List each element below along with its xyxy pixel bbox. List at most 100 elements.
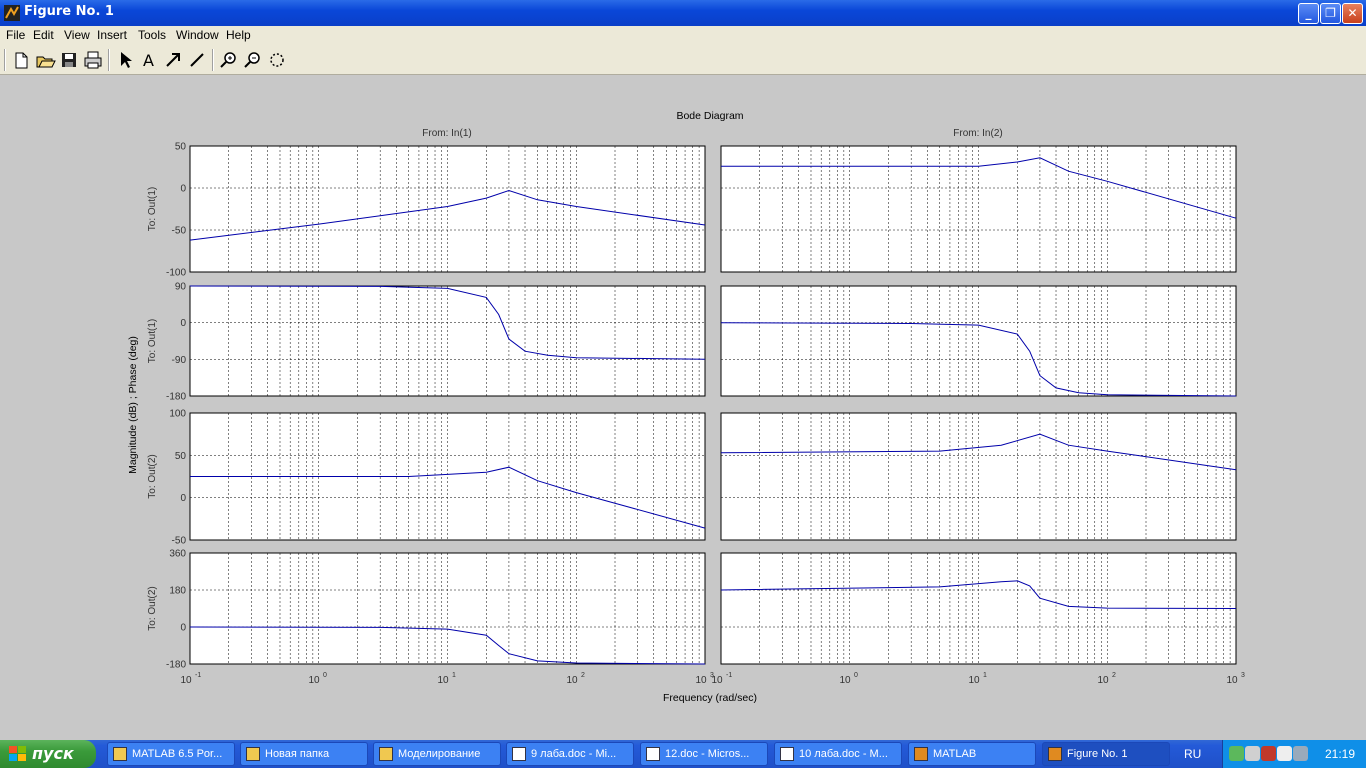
menu-tools[interactable]: Tools — [138, 28, 166, 42]
menu-insert[interactable]: Insert — [97, 28, 127, 42]
save-icon[interactable] — [58, 49, 80, 71]
taskbar-button-label: 10 лаба.doc - M... — [799, 748, 888, 760]
menu-bar: File Edit View Insert Tools Window Help — [0, 26, 1366, 45]
restore-button[interactable]: ❐ — [1320, 3, 1341, 24]
taskbar-button[interactable]: Моделирование — [373, 742, 501, 766]
taskbar-button-label: 9 лаба.doc - Mi... — [531, 748, 617, 760]
bode-panel — [189, 552, 706, 665]
x-tick-label: 10 — [695, 675, 707, 686]
network-icon[interactable] — [1229, 746, 1244, 761]
x-tick-exponent: 1 — [452, 672, 456, 679]
menu-help[interactable]: Help — [226, 28, 251, 42]
toolbar-separator — [212, 49, 214, 71]
open-file-icon[interactable] — [34, 49, 56, 71]
bode-panel — [720, 145, 1237, 273]
bode-panel — [189, 145, 706, 273]
zoom-out-icon[interactable] — [242, 49, 264, 71]
menu-window[interactable]: Window — [176, 28, 219, 42]
menu-file[interactable]: File — [6, 28, 25, 42]
y-tick-label: 0 — [180, 184, 186, 195]
bode-panel — [189, 412, 706, 541]
matlab-figure-icon — [4, 5, 20, 21]
taskbar-button-label: Figure No. 1 — [1067, 748, 1128, 760]
y-tick-label: 0 — [180, 318, 186, 329]
taskbar-button-label: MATLAB — [933, 748, 977, 760]
row-label: To: Out(2) — [147, 586, 158, 630]
minimize-button[interactable]: _ — [1298, 3, 1319, 24]
matlab-icon — [1048, 747, 1062, 761]
folder-icon — [113, 747, 127, 761]
row-label: To: Out(1) — [147, 187, 158, 231]
select-arrow-icon[interactable] — [114, 49, 136, 71]
x-tick-label: 10 — [180, 675, 192, 686]
x-tick-exponent: 0 — [323, 672, 327, 679]
x-tick-label: 10 — [1097, 675, 1109, 686]
x-tick-label: 10 — [308, 675, 320, 686]
menu-edit[interactable]: Edit — [33, 28, 54, 42]
figure-area: Bode Diagram From: In(1) From: In(2) Freque… — [0, 75, 1366, 740]
x-tick-label: 10 — [1226, 675, 1238, 686]
taskbar-button[interactable]: MATLAB 6.5 Por... — [107, 742, 235, 766]
start-button[interactable]: пуск — [0, 740, 96, 768]
matlab-icon — [914, 747, 928, 761]
y-tick-label: 50 — [175, 451, 187, 462]
antivirus-icon[interactable] — [1261, 746, 1276, 761]
taskbar-button[interactable]: Новая папка — [240, 742, 368, 766]
system-tray: 21:19 — [1222, 740, 1366, 768]
x-tick-label: 10 — [968, 675, 980, 686]
figure-toolbar: A — [0, 45, 1366, 75]
plot-area — [189, 145, 706, 273]
y-tick-label: -180 — [166, 392, 186, 403]
vmware-icon[interactable] — [1293, 746, 1308, 761]
clock: 21:19 — [1325, 747, 1356, 761]
plot-area — [720, 145, 1237, 273]
bode-panel — [720, 285, 1237, 397]
volume-icon[interactable] — [1277, 746, 1292, 761]
y-tick-label: -90 — [172, 355, 187, 366]
row-label: To: Out(1) — [147, 319, 158, 363]
toolbar-separator — [108, 49, 110, 71]
y-tick-label: 180 — [169, 586, 186, 597]
insert-text-icon[interactable]: A — [138, 49, 160, 71]
plot-area — [720, 412, 1237, 541]
close-button[interactable]: ✕ — [1342, 3, 1363, 24]
y-tick-label: 360 — [169, 549, 186, 560]
y-axis-label: Magnitude (dB) ; Phase (deg) — [127, 336, 139, 474]
x-tick-label: 10 — [839, 675, 851, 686]
rotate-3d-icon[interactable] — [266, 49, 288, 71]
y-tick-label: -50 — [172, 536, 187, 547]
safely-remove-icon[interactable] — [1245, 746, 1260, 761]
word-icon — [646, 747, 660, 761]
x-tick-exponent: 1 — [983, 672, 987, 679]
x-axis-label: Frequency (rad/sec) — [663, 692, 757, 704]
x-tick-exponent: 2 — [581, 672, 585, 679]
x-tick-exponent: -1 — [195, 672, 201, 679]
start-label: пуск — [32, 744, 74, 763]
taskbar-button-label: 12.doc - Micros... — [665, 748, 750, 760]
windows-logo-icon — [9, 746, 26, 761]
zoom-in-icon[interactable] — [218, 49, 240, 71]
title-bar: Figure No. 1 _ ❐ ✕ — [0, 0, 1366, 26]
insert-line-icon[interactable] — [186, 49, 208, 71]
x-tick-label: 10 — [711, 675, 723, 686]
language-indicator[interactable]: RU — [1184, 747, 1201, 761]
taskbar-button[interactable]: 12.doc - Micros... — [640, 742, 768, 766]
new-figure-icon[interactable] — [10, 49, 32, 71]
x-tick-exponent: 2 — [1112, 672, 1116, 679]
taskbar-button[interactable]: 10 лаба.doc - M... — [774, 742, 902, 766]
taskbar-button[interactable]: MATLAB — [908, 742, 1036, 766]
print-icon[interactable] — [82, 49, 104, 71]
menu-view[interactable]: View — [64, 28, 90, 42]
y-tick-label: 90 — [175, 282, 187, 293]
insert-arrow-icon[interactable] — [162, 49, 184, 71]
window-title: Figure No. 1 — [24, 4, 114, 19]
taskbar-button-label: MATLAB 6.5 Por... — [132, 748, 223, 760]
bode-diagram[interactable]: Bode Diagram From: In(1) From: In(2) Freque… — [0, 75, 1366, 740]
column-title: From: In(2) — [953, 128, 1002, 139]
taskbar-button[interactable]: 9 лаба.doc - Mi... — [506, 742, 634, 766]
y-tick-label: 0 — [180, 493, 186, 504]
x-tick-label: 10 — [437, 675, 449, 686]
taskbar-button-label: Моделирование — [398, 748, 481, 760]
word-icon — [512, 747, 526, 761]
taskbar-button[interactable]: Figure No. 1 — [1042, 742, 1170, 766]
